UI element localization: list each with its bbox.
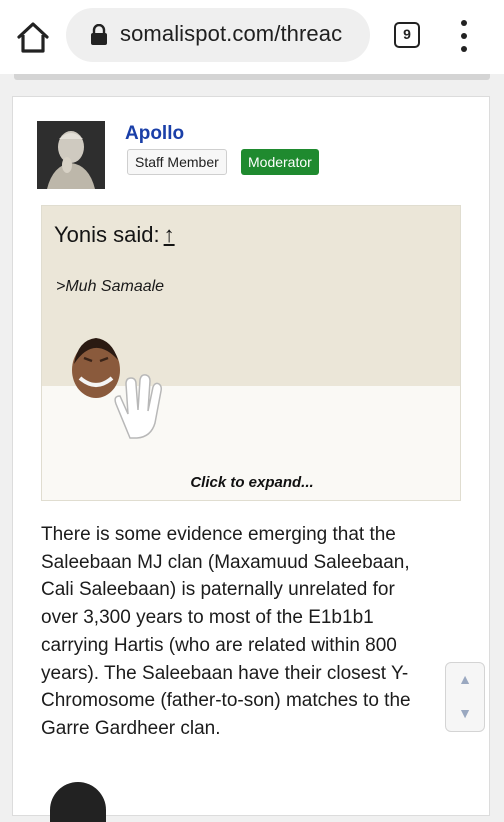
scroll-down-button[interactable]: ▼ [446,705,484,721]
drake-emoji-image [64,334,174,444]
address-bar[interactable]: somalispot.com/threac [66,8,370,62]
post-body-line: Cali Saleebaan) is paternally unrelated … [41,579,395,601]
lock-icon [90,23,108,46]
scroll-up-button[interactable]: ▲ [446,671,484,687]
url-text: somalispot.com/threac [120,21,343,46]
post-body-line: Chromosome (father-to-son) matches to th… [41,690,411,712]
more-menu-icon[interactable] [452,18,476,54]
quote-text: >Muh Samaale [56,278,165,295]
quote-block: Yonis said: ↑ >Muh Samaale Click to expan… [41,205,461,501]
scroll-control: ▲ ▼ [445,662,485,732]
quote-jump-link[interactable]: ↑ [164,222,175,247]
quote-author-name: Yonis said: [54,222,160,247]
avatar[interactable] [37,121,105,189]
post-body-line: Garre Gardheer clan. [41,717,221,739]
staff-member-badge: Staff Member [127,149,227,175]
moderator-badge: Moderator [241,149,319,175]
post-body-line: years). The Saleebaan have their closest… [41,662,409,684]
quote-author: Yonis said: ↑ [54,222,175,248]
post-body-line: carrying Hartis (who are related within … [41,634,397,656]
divider [14,74,490,80]
click-to-expand-link[interactable]: Click to expand... [42,474,460,491]
post-body-line: There is some evidence emerging that the [41,524,396,545]
post-body-line: Saleebaan MJ clan (Maxamuud Saleebaan, [41,551,410,573]
forum-post: Apollo Staff Member Moderator Yonis said… [12,96,490,816]
page-content: Apollo Staff Member Moderator Yonis said… [0,74,504,816]
tab-switcher-button[interactable]: 9 [394,22,420,48]
browser-toolbar: somalispot.com/threac 9 [0,0,504,74]
home-icon[interactable] [14,18,52,56]
post-body: There is some evidence emerging that the… [41,521,471,743]
post-body-line: over 3,300 years to most of the E1b1b1 [41,607,374,629]
username[interactable]: Apollo [125,123,184,145]
